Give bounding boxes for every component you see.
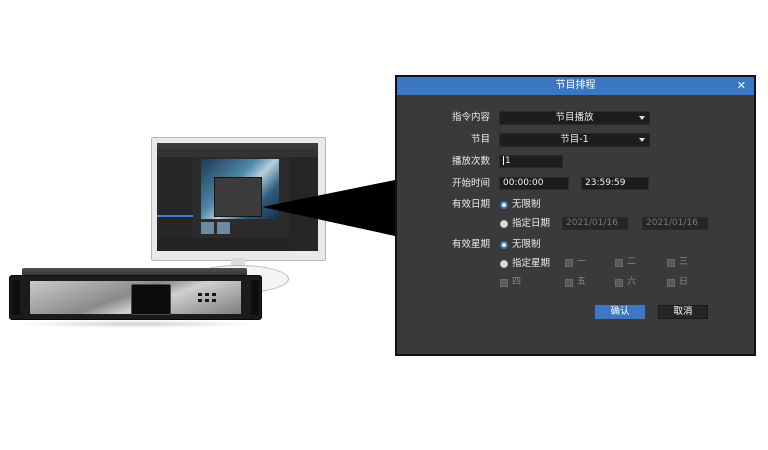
dialog-title: 节目排程 <box>555 80 596 91</box>
date-unlimited-radio[interactable] <box>500 201 508 209</box>
command-select[interactable]: 节目播放 <box>499 111 650 125</box>
weekday-label-wed: 三 <box>679 257 689 267</box>
weekday-checkbox-mon[interactable] <box>565 259 573 267</box>
program-select-value: 节目-1 <box>560 134 589 145</box>
date-specified-radio[interactable] <box>500 220 508 228</box>
close-icon[interactable]: ✕ <box>737 77 746 95</box>
valid-date-label: 有效日期 <box>451 199 490 210</box>
schedule-dialog: 节目排程 ✕ 指令内容 节目播放 节目 节目-1 播放次数 1 开始时间 00:… <box>395 75 756 356</box>
start-time-from-input[interactable]: 00:00:00 <box>499 177 569 190</box>
valid-week-label: 有效星期 <box>451 239 490 250</box>
weekday-label-sat: 六 <box>627 277 637 287</box>
weekday-checkbox-fri[interactable] <box>565 279 573 287</box>
start-time-label: 开始时间 <box>451 178 490 189</box>
date-from-value: 2021/01/16 <box>566 218 618 228</box>
play-count-value: 1 <box>505 156 511 166</box>
weekday-label-fri: 五 <box>577 277 587 287</box>
command-label: 指令内容 <box>451 112 490 123</box>
date-to-input[interactable]: 2021/01/16 <box>642 217 708 230</box>
date-unlimited-label: 无限制 <box>512 199 541 210</box>
chevron-down-icon <box>639 138 645 142</box>
text-cursor <box>503 156 504 165</box>
play-count-label: 播放次数 <box>451 156 490 167</box>
confirm-button[interactable]: 确认 <box>595 305 645 319</box>
date-to-value: 2021/01/16 <box>646 218 698 228</box>
weekday-checkbox-sun[interactable] <box>667 279 675 287</box>
weekday-checkbox-wed[interactable] <box>667 259 675 267</box>
start-time-to-input[interactable]: 23:59:59 <box>581 177 649 190</box>
dialog-title-bar: 节目排程 ✕ <box>397 77 754 95</box>
date-from-input[interactable]: 2021/01/16 <box>562 217 628 230</box>
weekday-label-thu: 四 <box>512 277 522 287</box>
program-select[interactable]: 节目-1 <box>499 133 650 147</box>
date-specified-label: 指定日期 <box>512 218 551 229</box>
weekday-checkbox-tue[interactable] <box>615 259 623 267</box>
command-select-value: 节目播放 <box>555 112 594 123</box>
start-time-from-value: 00:00:00 <box>503 178 544 188</box>
weekday-label-mon: 一 <box>577 257 587 267</box>
chevron-down-icon <box>639 116 645 120</box>
program-label: 节目 <box>470 134 490 145</box>
week-unlimited-radio[interactable] <box>500 241 508 249</box>
weekday-checkbox-thu[interactable] <box>500 279 508 287</box>
cancel-button[interactable]: 取消 <box>658 305 708 319</box>
start-time-to-value: 23:59:59 <box>585 178 626 188</box>
week-unlimited-label: 无限制 <box>512 239 541 250</box>
weekday-label-sun: 日 <box>679 277 689 287</box>
week-specified-radio[interactable] <box>500 260 508 268</box>
week-specified-label: 指定星期 <box>512 258 551 269</box>
play-count-input[interactable]: 1 <box>499 155 563 168</box>
weekday-checkbox-sat[interactable] <box>615 279 623 287</box>
weekday-label-tue: 二 <box>627 257 637 267</box>
